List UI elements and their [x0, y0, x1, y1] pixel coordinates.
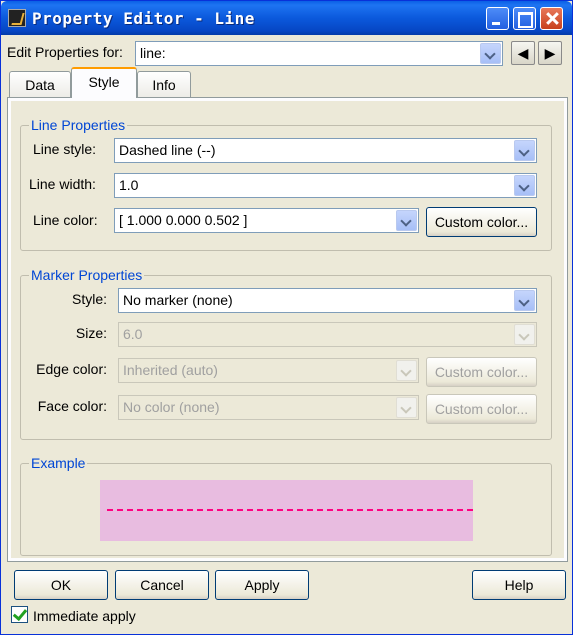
maximize-button[interactable]: [513, 7, 536, 30]
line-width-value: 1.0: [119, 177, 139, 193]
line-style-label: Line style:: [33, 141, 97, 157]
face-custom-color-button[interactable]: Custom color...: [426, 394, 537, 424]
minimize-button[interactable]: [486, 7, 509, 30]
arrow-right-icon: ▶: [544, 45, 556, 61]
tab-data[interactable]: Data: [9, 71, 71, 98]
edge-color-label: Edge color:: [36, 361, 107, 377]
property-editor-window: Property Editor - Line Edit Properties f…: [0, 0, 573, 635]
marker-properties-title: Marker Properties: [29, 266, 145, 284]
marker-size-label: Size:: [75, 325, 107, 341]
marker-style-label: Style:: [71, 291, 107, 307]
chevron-down-icon[interactable]: [396, 210, 417, 231]
chevron-down-icon: [514, 324, 535, 345]
marker-style-value: No marker (none): [123, 292, 233, 308]
cancel-button[interactable]: Cancel: [115, 570, 209, 600]
line-custom-color-button[interactable]: Custom color...: [426, 207, 537, 237]
tab-data-label: Data: [25, 77, 55, 93]
face-color-select[interactable]: No color (none): [118, 395, 419, 420]
arrow-left-icon: ◀: [517, 45, 529, 61]
tab-style[interactable]: Style: [71, 67, 137, 98]
line-color-select[interactable]: [ 1.000 0.000 0.502 ]: [114, 208, 419, 233]
line-width-label: Line width:: [29, 176, 96, 192]
marker-style-select[interactable]: No marker (none): [118, 288, 537, 313]
chevron-down-icon: [396, 397, 417, 418]
help-button[interactable]: Help: [472, 570, 566, 600]
line-properties-title: Line Properties: [29, 116, 128, 134]
apply-button[interactable]: Apply: [215, 570, 309, 600]
edit-properties-label: Edit Properties for:: [7, 44, 123, 60]
line-style-value: Dashed line (--): [119, 142, 216, 158]
immediate-apply-checkbox[interactable]: [11, 606, 28, 623]
back-button[interactable]: ◀: [511, 41, 535, 65]
edit-properties-value: line:: [140, 45, 166, 61]
edge-color-value: Inherited (auto): [123, 362, 218, 378]
example-dashed-line: [107, 509, 473, 511]
tab-info-label: Info: [152, 77, 176, 93]
chevron-down-icon: [396, 360, 417, 381]
title-bar[interactable]: Property Editor - Line: [1, 1, 572, 35]
chevron-down-icon[interactable]: [480, 43, 501, 64]
chevron-down-icon[interactable]: [514, 290, 535, 311]
tab-info[interactable]: Info: [137, 71, 191, 98]
line-width-select[interactable]: 1.0: [114, 173, 537, 198]
marker-size-select[interactable]: 6.0: [118, 322, 537, 347]
example-title: Example: [29, 454, 88, 472]
close-button[interactable]: [540, 7, 563, 30]
line-color-value: [ 1.000 0.000 0.502 ]: [119, 212, 248, 228]
ok-button[interactable]: OK: [14, 570, 108, 600]
window-title: Property Editor - Line: [32, 9, 255, 28]
line-style-select[interactable]: Dashed line (--): [114, 138, 537, 163]
edge-color-select[interactable]: Inherited (auto): [118, 358, 419, 383]
line-color-label: Line color:: [33, 212, 98, 228]
chevron-down-icon[interactable]: [514, 175, 535, 196]
chevron-down-icon[interactable]: [514, 140, 535, 161]
matlab-app-icon: [8, 9, 26, 27]
marker-size-value: 6.0: [123, 326, 143, 342]
face-color-label: Face color:: [37, 398, 107, 414]
edge-custom-color-button[interactable]: Custom color...: [426, 357, 537, 387]
face-color-value: No color (none): [123, 399, 220, 415]
forward-button[interactable]: ▶: [538, 41, 562, 65]
edit-properties-select[interactable]: line:: [135, 41, 503, 66]
immediate-apply-label: Immediate apply: [33, 608, 136, 624]
tab-style-label: Style: [88, 74, 120, 90]
